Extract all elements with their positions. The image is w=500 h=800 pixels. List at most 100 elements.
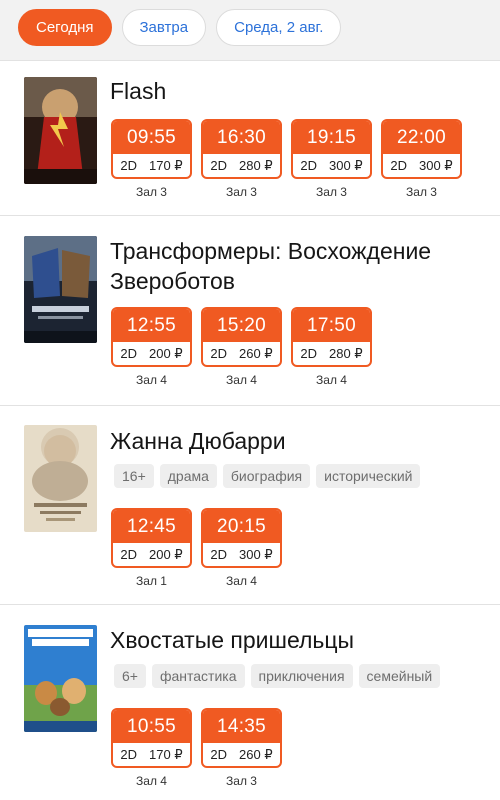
session-price: 260 ₽ — [239, 345, 273, 361]
session-info: 2D 300 ₽ — [293, 154, 370, 177]
session-time: 16:30 — [203, 121, 280, 154]
movie-title[interactable]: Хвостатые пришельцы — [110, 625, 485, 655]
session-price: 300 ₽ — [419, 157, 453, 173]
tag-genre: биография — [222, 464, 311, 488]
poster-tailed-aliens[interactable] — [24, 625, 97, 732]
session-info: 2D 280 ₽ — [203, 154, 280, 177]
movie-title[interactable]: Трансформеры: Восхождение Звероботов — [110, 236, 485, 296]
tab-today[interactable]: Сегодня — [18, 9, 112, 46]
session: 16:30 2D 280 ₽ Зал 3 — [201, 119, 282, 199]
tab-wednesday[interactable]: Среда, 2 авг. — [216, 9, 342, 46]
session-hall: Зал 4 — [226, 373, 257, 387]
session-info: 2D 300 ₽ — [203, 543, 280, 566]
session: 14:35 2D 260 ₽ Зал 3 — [201, 708, 282, 788]
session-price: 260 ₽ — [239, 746, 273, 762]
session-info: 2D 260 ₽ — [203, 342, 280, 365]
session-button[interactable]: 10:55 2D 170 ₽ — [111, 708, 192, 768]
session-button[interactable]: 09:55 2D 170 ₽ — [111, 119, 192, 179]
session-price: 280 ₽ — [239, 157, 273, 173]
session: 17:50 2D 280 ₽ Зал 4 — [291, 307, 372, 387]
divider — [0, 60, 500, 61]
sessions-flash: 09:55 2D 170 ₽ Зал 3 16:30 2D 280 ₽ Зал 3 … — [111, 119, 462, 199]
session-hall: Зал 3 — [316, 185, 347, 199]
tag-genre: драма — [159, 464, 217, 488]
tag-genre: приключения — [250, 664, 353, 688]
session-button[interactable]: 16:30 2D 280 ₽ — [201, 119, 282, 179]
session-price: 300 ₽ — [239, 546, 273, 562]
session-format: 2D — [120, 547, 138, 562]
sessions-transformers: 12:55 2D 200 ₽ Зал 4 15:20 2D 260 ₽ Зал 4 … — [111, 307, 372, 387]
session-price: 170 ₽ — [149, 157, 183, 173]
divider — [0, 405, 500, 406]
session-info: 2D 200 ₽ — [113, 543, 190, 566]
session-hall: Зал 3 — [136, 185, 167, 199]
session-button[interactable]: 17:50 2D 280 ₽ — [291, 307, 372, 367]
session-info: 2D 200 ₽ — [113, 342, 190, 365]
session-price: 300 ₽ — [329, 157, 363, 173]
session: 19:15 2D 300 ₽ Зал 3 — [291, 119, 372, 199]
tab-tomorrow[interactable]: Завтра — [121, 9, 207, 46]
session-button[interactable]: 19:15 2D 300 ₽ — [291, 119, 372, 179]
poster-transformers[interactable] — [24, 236, 97, 343]
session-info: 2D 260 ₽ — [203, 743, 280, 766]
session-button[interactable]: 14:35 2D 260 ₽ — [201, 708, 282, 768]
session-button[interactable]: 12:55 2D 200 ₽ — [111, 307, 192, 367]
divider — [0, 215, 500, 216]
poster-flash[interactable] — [24, 77, 97, 184]
session-hall: Зал 1 — [136, 574, 167, 588]
session-info: 2D 280 ₽ — [293, 342, 370, 365]
session-price: 280 ₽ — [329, 345, 363, 361]
session-format: 2D — [300, 346, 318, 361]
session: 22:00 2D 300 ₽ Зал 3 — [381, 119, 462, 199]
session-button[interactable]: 15:20 2D 260 ₽ — [201, 307, 282, 367]
sessions-tailed-aliens: 10:55 2D 170 ₽ Зал 4 14:35 2D 260 ₽ Зал 3 — [111, 708, 282, 788]
movie-title[interactable]: Flash — [110, 76, 485, 106]
session-info: 2D 170 ₽ — [113, 154, 190, 177]
session-format: 2D — [120, 346, 138, 361]
session-format: 2D — [210, 346, 228, 361]
session-time: 17:50 — [293, 309, 370, 342]
session-format: 2D — [210, 747, 228, 762]
session-format: 2D — [390, 158, 408, 173]
poster-flash-image — [24, 77, 97, 184]
session: 10:55 2D 170 ₽ Зал 4 — [111, 708, 192, 788]
session-hall: Зал 4 — [136, 373, 167, 387]
session: 15:20 2D 260 ₽ Зал 4 — [201, 307, 282, 387]
session-price: 170 ₽ — [149, 746, 183, 762]
tag-genre: исторический — [316, 464, 421, 488]
tag-genre: семейный — [358, 664, 441, 688]
session: 20:15 2D 300 ₽ Зал 4 — [201, 508, 282, 588]
tag-age-rating: 16+ — [114, 464, 154, 488]
session-format: 2D — [120, 747, 138, 762]
session-time: 22:00 — [383, 121, 460, 154]
session-price: 200 ₽ — [149, 546, 183, 562]
session: 12:55 2D 200 ₽ Зал 4 — [111, 307, 192, 387]
session-info: 2D 300 ₽ — [383, 154, 460, 177]
session-hall: Зал 3 — [226, 774, 257, 788]
session-format: 2D — [300, 158, 318, 173]
sessions-jeanne: 12:45 2D 200 ₽ Зал 1 20:15 2D 300 ₽ Зал 4 — [111, 508, 282, 588]
session-hall: Зал 4 — [316, 373, 347, 387]
session-format: 2D — [120, 158, 138, 173]
session-hall: Зал 4 — [136, 774, 167, 788]
session-format: 2D — [210, 547, 228, 562]
session-button[interactable]: 12:45 2D 200 ₽ — [111, 508, 192, 568]
session-button[interactable]: 22:00 2D 300 ₽ — [381, 119, 462, 179]
session: 09:55 2D 170 ₽ Зал 3 — [111, 119, 192, 199]
movie-title[interactable]: Жанна Дюбарри — [110, 426, 485, 456]
session-time: 20:15 — [203, 510, 280, 543]
session-time: 12:45 — [113, 510, 190, 543]
poster-jeanne[interactable] — [24, 425, 97, 532]
divider — [0, 604, 500, 605]
genre-tags: 6+ фантастика приключения семейный — [114, 664, 441, 688]
poster-transformers-image — [24, 236, 97, 343]
session-time: 09:55 — [113, 121, 190, 154]
session-hall: Зал 3 — [226, 185, 257, 199]
session-time: 12:55 — [113, 309, 190, 342]
session-time: 14:35 — [203, 710, 280, 743]
session-info: 2D 170 ₽ — [113, 743, 190, 766]
session-button[interactable]: 20:15 2D 300 ₽ — [201, 508, 282, 568]
poster-tailed-aliens-image — [24, 625, 97, 732]
tag-age-rating: 6+ — [114, 664, 146, 688]
genre-tags: 16+ драма биография исторический — [114, 464, 421, 488]
